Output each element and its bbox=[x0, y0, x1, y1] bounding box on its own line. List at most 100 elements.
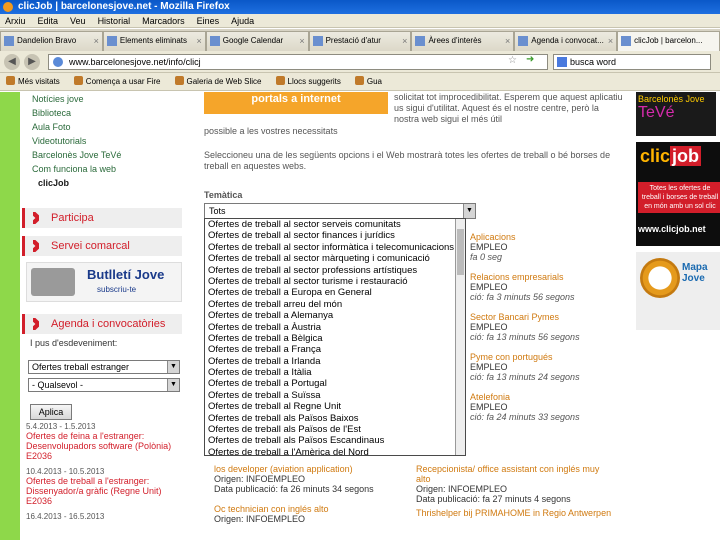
nav-link-clicjob[interactable]: clicJob bbox=[28, 176, 178, 190]
list-option[interactable]: Ofertes de treball als Països Baixos bbox=[205, 413, 465, 424]
offer-title[interactable]: Thrishelper bij PRIMAHOME in Regio Antwe… bbox=[416, 508, 616, 518]
event-item[interactable]: 5.4.2013 - 1.5.2013 Ofertes de feina a l… bbox=[26, 422, 186, 461]
offer-title[interactable]: Atelefonia bbox=[470, 392, 620, 402]
offer-item[interactable]: Recepcionista/ office assistant con ingl… bbox=[416, 464, 616, 508]
agenda-filter-label: I pus d'esdeveniment: bbox=[30, 338, 118, 348]
tab-label: Dandelion Bravo bbox=[17, 36, 77, 45]
tematica-options-list[interactable]: Ofertes de treball al sector serveis com… bbox=[204, 218, 466, 456]
offer-item[interactable]: Oc technician con inglés alto Origen: IN… bbox=[214, 504, 414, 540]
menu-ajuda[interactable]: Ajuda bbox=[231, 14, 254, 27]
tab-close-icon[interactable]: × bbox=[505, 32, 510, 50]
section-participa[interactable]: Participa bbox=[22, 208, 182, 228]
tab-label: Prestació d'atur bbox=[325, 36, 381, 45]
list-option[interactable]: Ofertes de treball a Àustria bbox=[205, 322, 465, 333]
offer-item[interactable]: los developer (aviation application) Ori… bbox=[214, 464, 414, 504]
tab-elements[interactable]: Elements eliminats × bbox=[102, 31, 206, 51]
bookmark-item[interactable]: Galeria de Web Slice bbox=[175, 73, 262, 90]
list-option[interactable]: Ofertes de treball al sector màrqueting … bbox=[205, 253, 465, 264]
bookmark-item[interactable]: Llocs suggerits bbox=[276, 73, 341, 90]
section-agenda[interactable]: Agenda i convocatòries bbox=[22, 314, 182, 334]
nav-link-aula-foto[interactable]: Aula Foto bbox=[28, 120, 178, 134]
nav-link-teve[interactable]: Barcelonès Jove TeVé bbox=[28, 148, 178, 162]
event-title[interactable]: Ofertes de feina a l'estranger: Desenvol… bbox=[26, 431, 186, 461]
offer-title[interactable]: Pyme con portugués bbox=[470, 352, 620, 362]
tematica-select[interactable]: Tots ▼ bbox=[204, 203, 476, 219]
offer-title[interactable]: Relacions empresarials bbox=[470, 272, 620, 282]
list-option[interactable]: Ofertes de treball al sector informàtica… bbox=[205, 242, 465, 253]
list-option[interactable]: Ofertes de treball a Alemanya bbox=[205, 310, 465, 321]
list-option[interactable]: Ofertes de treball a Irlanda bbox=[205, 356, 465, 367]
list-option[interactable]: Ofertes de treball al sector turisme i r… bbox=[205, 276, 465, 287]
nav-link-noticies[interactable]: Notícies jove bbox=[28, 92, 178, 106]
offer-title[interactable]: Aplicacions bbox=[470, 232, 620, 242]
offer-item[interactable]: Aplicacions EMPLEO fa 0 seg bbox=[470, 232, 620, 272]
list-option[interactable]: Ofertes de treball a França bbox=[205, 344, 465, 355]
tab-close-icon[interactable]: × bbox=[402, 32, 407, 50]
list-option[interactable]: Ofertes de treball al sector professions… bbox=[205, 265, 465, 276]
butlleti-banner[interactable]: Butlletí Jove subscriu-te bbox=[26, 262, 182, 302]
menu-edita[interactable]: Edita bbox=[38, 14, 59, 27]
tab-close-icon[interactable]: × bbox=[299, 32, 304, 50]
tab-arees[interactable]: Àrees d'interès × bbox=[411, 31, 515, 51]
menu-arxiu[interactable]: Arxiu bbox=[5, 14, 26, 27]
list-option[interactable]: Ofertes de treball als Països de l'Est bbox=[205, 424, 465, 435]
list-option[interactable]: Ofertes de treball a l'Amèrica del Nord bbox=[205, 447, 465, 455]
menu-marcadors[interactable]: Marcadors bbox=[142, 14, 185, 27]
list-option[interactable]: Ofertes de treball a Europa en General bbox=[205, 287, 465, 298]
bookmark-item[interactable]: Més visitats bbox=[6, 73, 60, 90]
menu-historial[interactable]: Historial bbox=[98, 14, 131, 27]
menu-bar: Arxiu Edita Veu Historial Marcadors Eine… bbox=[0, 14, 720, 28]
list-option[interactable]: Ofertes de treball al sector serveis com… bbox=[205, 219, 465, 230]
url-input[interactable]: www.barcelonesjove.net/info/clicj bbox=[48, 54, 548, 70]
tab-close-icon[interactable]: × bbox=[94, 32, 99, 50]
teve-banner[interactable]: Barcelonès Jove TeVé bbox=[636, 92, 716, 136]
event-item[interactable]: 16.4.2013 - 16.5.2013 bbox=[26, 512, 186, 521]
list-option[interactable]: Ofertes de treball a Suïssa bbox=[205, 390, 465, 401]
mapa-jove-banner[interactable]: Mapa Jove bbox=[636, 252, 720, 330]
nav-link-biblioteca[interactable]: Biblioteca bbox=[28, 106, 178, 120]
tab-close-icon[interactable]: × bbox=[196, 32, 201, 50]
list-option[interactable]: Ofertes de treball a Bèlgica bbox=[205, 333, 465, 344]
clicjob-banner[interactable]: clic job Totes les ofertes de treball i b… bbox=[636, 142, 720, 246]
go-arrow-icon[interactable]: ➜ bbox=[526, 54, 534, 65]
scrollbar-thumb[interactable] bbox=[457, 229, 464, 275]
agenda-place-select[interactable]: - Qualsevol - ▼ bbox=[28, 378, 180, 392]
section-servei-comarcal[interactable]: Servei comarcal bbox=[22, 236, 182, 256]
event-title[interactable]: Ofertes de treball a l'estranger: Dissen… bbox=[26, 476, 186, 506]
search-input[interactable]: busca word bbox=[553, 54, 711, 70]
offer-item[interactable]: Atelefonia EMPLEO ció: fa 24 minuts 33 s… bbox=[470, 392, 620, 432]
list-option[interactable]: Ofertes de treball arreu del món bbox=[205, 299, 465, 310]
offer-title[interactable]: Sector Bancari Pymes bbox=[470, 312, 620, 322]
tab-dandelion[interactable]: Dandelion Bravo × bbox=[0, 31, 103, 51]
list-option[interactable]: Ofertes de treball al sector finances i … bbox=[205, 230, 465, 241]
tab-prestacio[interactable]: Prestació d'atur × bbox=[308, 31, 412, 51]
offer-title[interactable]: Recepcionista/ office assistant con ingl… bbox=[416, 464, 616, 484]
list-option[interactable]: Ofertes de treball a Itàlia bbox=[205, 367, 465, 378]
menu-eines[interactable]: Eines bbox=[197, 14, 220, 27]
offer-title[interactable]: Oc technician con inglés alto bbox=[214, 504, 414, 514]
bookmark-star-icon[interactable]: ☆ bbox=[508, 55, 517, 66]
agenda-type-select[interactable]: Ofertes treball estranger ▼ bbox=[28, 360, 180, 374]
tab-close-icon[interactable]: × bbox=[608, 32, 613, 50]
list-option[interactable]: Ofertes de treball a Portugal bbox=[205, 378, 465, 389]
bookmark-item[interactable]: Gua bbox=[355, 73, 382, 90]
tab-clicjob[interactable]: clicJob | barcelon... bbox=[617, 31, 720, 51]
forward-icon[interactable]: ▶ bbox=[24, 54, 40, 70]
tab-google-calendar[interactable]: Google Calendar × bbox=[205, 31, 309, 51]
offer-item[interactable]: Thrishelper bij PRIMAHOME in Regio Antwe… bbox=[416, 508, 616, 540]
back-icon[interactable]: ◀ bbox=[4, 54, 20, 70]
offer-item[interactable]: Relacions empresarials EMPLEO ció: fa 3 … bbox=[470, 272, 620, 312]
tab-agenda[interactable]: Agenda i convocat... × bbox=[514, 31, 618, 51]
list-option[interactable]: Ofertes de treball al Regne Unit bbox=[205, 401, 465, 412]
nav-link-com-funciona[interactable]: Com funciona la web bbox=[28, 162, 178, 176]
offer-item[interactable]: Pyme con portugués EMPLEO ció: fa 13 min… bbox=[470, 352, 620, 392]
menu-veu[interactable]: Veu bbox=[70, 14, 86, 27]
list-option[interactable]: Ofertes de treball als Països Escandinau… bbox=[205, 435, 465, 446]
offer-item[interactable]: Sector Bancari Pymes EMPLEO ció: fa 13 m… bbox=[470, 312, 620, 352]
apply-button[interactable]: Aplica bbox=[30, 404, 72, 420]
list-scrollbar[interactable] bbox=[455, 219, 465, 455]
bookmark-item[interactable]: Comença a usar Fire bbox=[74, 73, 161, 90]
nav-link-videotutorials[interactable]: Videotutorials bbox=[28, 134, 178, 148]
event-item[interactable]: 10.4.2013 - 10.5.2013 Ofertes de treball… bbox=[26, 467, 186, 506]
offer-title[interactable]: los developer (aviation application) bbox=[214, 464, 414, 474]
